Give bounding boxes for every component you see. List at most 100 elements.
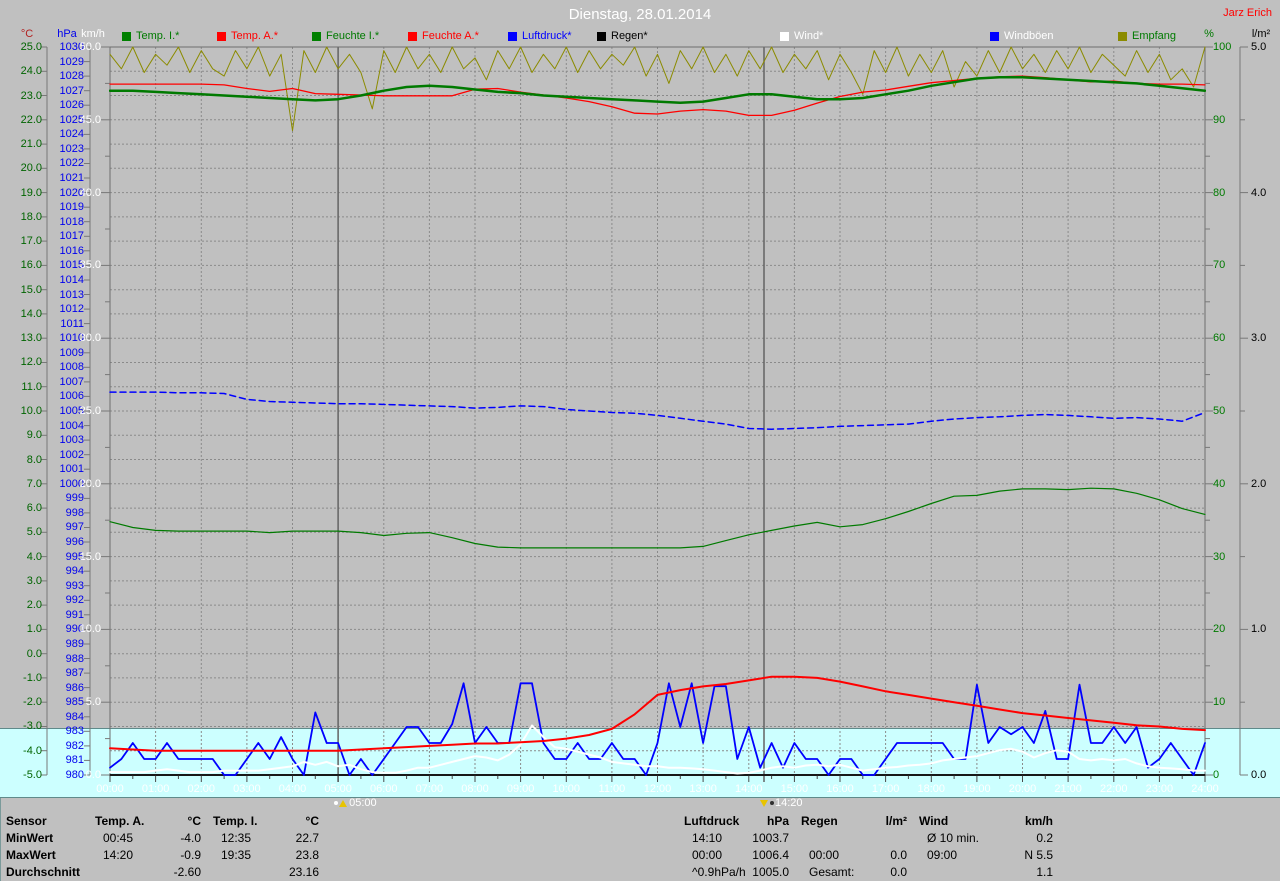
axis-tick-label: 1001: [14, 463, 84, 475]
table-cell-value: N 5.5: [919, 847, 1053, 863]
weather-app-window: Dienstag, 28.01.2014 Jarz Erich Temp. I.…: [0, 0, 1280, 881]
time-marker: 05:00: [334, 797, 377, 809]
table-cell-value: -0.9: [95, 847, 201, 863]
time-label: 16:00: [826, 783, 854, 795]
time-label: 08:00: [461, 783, 489, 795]
table-cell-value: 0.0: [801, 864, 907, 880]
axis-tick-label: 987: [14, 667, 84, 679]
time-label: 12:00: [644, 783, 672, 795]
table-cell-value: 22.7: [213, 830, 319, 846]
axis-tick-label: 989: [14, 638, 84, 650]
legend-label: Windböen: [1004, 30, 1054, 42]
legend-label: Luftdruck*: [522, 30, 572, 42]
axis-tick-label: 1.0: [1251, 623, 1266, 635]
table-cell-value: 0.0: [801, 847, 907, 863]
axis-tick-label: 10: [1213, 696, 1225, 708]
axis-tick-label: 10.0: [31, 623, 101, 635]
marker-time-label: 14:20: [775, 797, 803, 809]
axis-header-pct: %: [1204, 28, 1214, 40]
time-label: 19:00: [963, 783, 991, 795]
marker-triangle-icon: [760, 800, 768, 807]
axis-tick-label: 1011: [14, 318, 84, 330]
axis-tick-label: 997: [14, 521, 84, 533]
axis-tick-label: 40.0: [31, 187, 101, 199]
wind-swatch-icon: [780, 32, 789, 41]
regen-swatch-icon: [597, 32, 606, 41]
axis-tick-label: 1014: [14, 274, 84, 286]
axis-tick-label: 30: [1213, 551, 1225, 563]
legend-item-empfang[interactable]: Empfang: [1118, 30, 1176, 42]
time-label: 04:00: [279, 783, 307, 795]
axis-tick-label: 2.0: [1251, 478, 1266, 490]
table-cell-value: 1.1: [919, 864, 1053, 880]
marker-time-label: 05:00: [349, 797, 377, 809]
table-col-unit: °C: [95, 813, 201, 829]
axis-tick-label: 1016: [14, 245, 84, 257]
axis-tick-label: 1017: [14, 230, 84, 242]
empfang-swatch-icon: [1118, 32, 1127, 41]
time-label: 09:00: [507, 783, 535, 795]
axis-tick-label: 1013: [14, 289, 84, 301]
series-windboeen: [110, 683, 1205, 775]
axis-tick-label: 1028: [14, 70, 84, 82]
axis-tick-label: 1026: [14, 99, 84, 111]
axis-tick-label: 1029: [14, 56, 84, 68]
axis-tick-label: 982: [14, 740, 84, 752]
axis-tick-label: 1002: [14, 449, 84, 461]
axis-tick-label: 0: [1213, 769, 1219, 781]
axis-tick-label: 25.0: [31, 405, 101, 417]
axis-tick-label: 45.0: [31, 114, 101, 126]
axis-tick-label: 5.0: [31, 696, 101, 708]
axis-header-lm2: l/m²: [1252, 28, 1270, 40]
table-col-unit: l/m²: [801, 813, 907, 829]
table-cell-value: 1003.7: [684, 830, 789, 846]
series-temp-i: [110, 77, 1205, 103]
time-label: 23:00: [1146, 783, 1174, 795]
legend-item-temp-i[interactable]: Temp. I.*: [122, 30, 179, 42]
table-cell-value: 1005.0: [684, 864, 789, 880]
axis-tick-label: 986: [14, 682, 84, 694]
table-row-label: Durchschnitt: [6, 864, 80, 880]
axis-tick-label: 50: [1213, 405, 1225, 417]
chart-canvas: [0, 0, 1280, 881]
luftdruck-swatch-icon: [508, 32, 517, 41]
marker-dot-icon: [334, 801, 338, 805]
table-col-unit: °C: [213, 813, 319, 829]
legend-label: Feuchte I.*: [326, 30, 379, 42]
legend-item-temp-a[interactable]: Temp. A.*: [217, 30, 278, 42]
marker-triangle-icon: [339, 800, 347, 807]
axis-tick-label: 3.0: [1251, 332, 1266, 344]
axis-tick-label: 991: [14, 609, 84, 621]
legend-item-feuchte-i[interactable]: Feuchte I.*: [312, 30, 379, 42]
time-label: 05:00: [324, 783, 352, 795]
legend-item-regen[interactable]: Regen*: [597, 30, 648, 42]
legend-item-luftdruck[interactable]: Luftdruck*: [508, 30, 572, 42]
axis-tick-label: 992: [14, 594, 84, 606]
axis-tick-label: 1027: [14, 85, 84, 97]
axis-tick-label: 20: [1213, 623, 1225, 635]
legend-label: Temp. A.*: [231, 30, 278, 42]
axis-header-kmh: km/h: [81, 28, 105, 40]
axis-header-hpa: hPa: [57, 28, 77, 40]
legend-item-windboeen[interactable]: Windböen: [990, 30, 1054, 42]
time-label: 15:00: [781, 783, 809, 795]
temp-i-swatch-icon: [122, 32, 131, 41]
time-label: 13:00: [689, 783, 717, 795]
axis-tick-label: 1012: [14, 303, 84, 315]
axis-tick-label: 981: [14, 754, 84, 766]
legend-item-wind[interactable]: Wind*: [780, 30, 823, 42]
axis-tick-label: 1023: [14, 143, 84, 155]
axis-tick-label: 90: [1213, 114, 1225, 126]
legend-label: Feuchte A.*: [422, 30, 479, 42]
legend-label: Regen*: [611, 30, 648, 42]
axis-tick-label: 80: [1213, 187, 1225, 199]
legend-label: Empfang: [1132, 30, 1176, 42]
table-cell-value: 23.16: [213, 864, 319, 880]
table-row-label: MinWert: [6, 830, 53, 846]
axis-tick-label: 984: [14, 711, 84, 723]
legend-item-feuchte-a[interactable]: Feuchte A.*: [408, 30, 479, 42]
axis-tick-label: 998: [14, 507, 84, 519]
time-label: 10:00: [552, 783, 580, 795]
axis-tick-label: 999: [14, 492, 84, 504]
axis-tick-label: 1024: [14, 128, 84, 140]
